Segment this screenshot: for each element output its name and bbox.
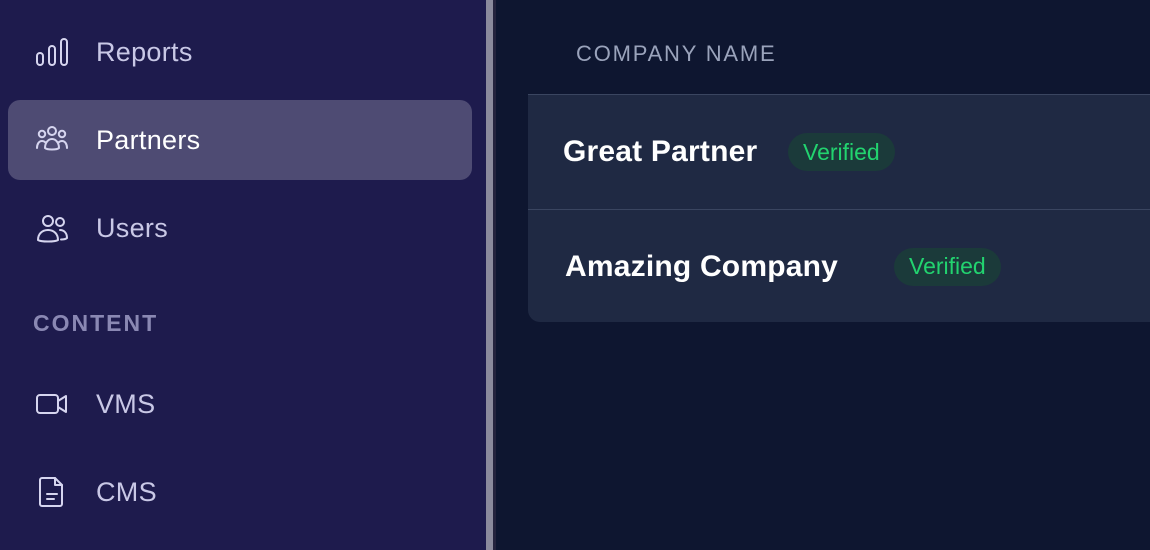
partners-table: Great Partner Verified Amazing Company V… [528,94,1150,322]
sidebar-item-label: CMS [96,476,157,507]
column-header-company-name[interactable]: COMPANY NAME [576,41,776,67]
users-icon [34,210,70,246]
bar-chart-icon [34,34,70,70]
sidebar-item-cms[interactable]: CMS [8,452,472,532]
sidebar-item-users[interactable]: Users [8,188,472,268]
company-name: Great Partner [563,135,758,168]
sidebar-item-label: VMS [96,388,156,419]
table-row[interactable]: Amazing Company Verified [528,209,1150,322]
sidebar-item-vms[interactable]: VMS [8,364,472,444]
status-badge: Verified [894,247,1001,286]
video-camera-icon [34,386,70,422]
partners-icon [34,122,70,158]
sidebar-item-reports[interactable]: Reports [8,12,472,92]
sidebar-item-partners[interactable]: Partners [8,100,472,180]
company-name: Amazing Company [565,249,839,283]
table-row[interactable]: Great Partner Verified [528,95,1150,209]
section-label-content: CONTENT [33,310,159,336]
status-badge: Verified [788,133,895,171]
sidebar-item-label: Reports [96,36,193,67]
sidebar-resize-handle[interactable] [486,0,496,550]
sidebar-item-label: Users [96,212,169,243]
document-icon [34,474,70,510]
main-content: COMPANY NAME Great Partner Verified Amaz… [496,0,1150,550]
sidebar-item-label: Partners [96,124,201,155]
sidebar: Reports Partners Users CONTENT VMS CMS [0,0,486,550]
